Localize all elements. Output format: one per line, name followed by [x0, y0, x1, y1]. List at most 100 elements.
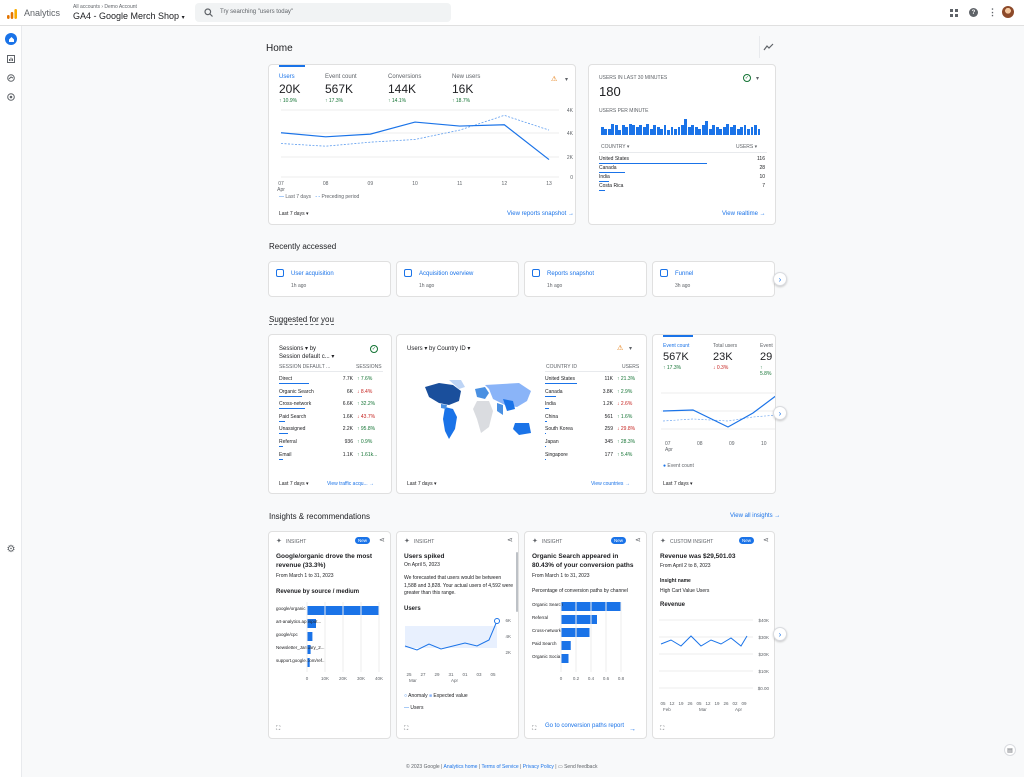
minute-bar[interactable]	[712, 125, 716, 135]
row-name[interactable]: Email	[279, 452, 292, 458]
minute-bar[interactable]	[614, 125, 618, 135]
minute-bar[interactable]	[708, 128, 712, 135]
arrow-right-icon[interactable]: →	[629, 726, 636, 733]
minute-bar[interactable]	[632, 125, 636, 135]
warning-icon[interactable]: ⚠	[551, 75, 557, 83]
view-countries-link[interactable]: View countries →	[591, 481, 630, 487]
minute-bar[interactable]	[660, 128, 663, 135]
bar[interactable]	[561, 641, 571, 650]
date-range-selector[interactable]: Last 7 days ▾	[663, 481, 692, 487]
date-range-selector[interactable]: Last 7 days ▾	[279, 481, 308, 487]
row-name[interactable]: Cross-network	[279, 401, 311, 407]
minute-bar[interactable]	[754, 125, 757, 135]
minute-bar[interactable]	[621, 125, 625, 135]
privacy-link[interactable]: Privacy Policy	[523, 764, 554, 770]
row-name[interactable]: South Korea	[545, 426, 573, 432]
minute-bar[interactable]	[601, 127, 604, 135]
minute-bar[interactable]	[667, 130, 670, 135]
view-all-insights-link[interactable]: View all insights →	[730, 513, 780, 519]
country-name[interactable]: India	[599, 174, 610, 180]
more-vert-icon[interactable]: ⋮	[988, 7, 997, 17]
minute-bar[interactable]	[684, 119, 688, 135]
row-name[interactable]: Organic Search	[279, 389, 314, 395]
chevron-right-icon[interactable]: ›	[773, 406, 787, 420]
avatar[interactable]	[1002, 6, 1014, 18]
help-icon[interactable]: ?	[969, 8, 978, 17]
minute-bar[interactable]	[677, 127, 681, 135]
date-range-selector[interactable]: Last 7 days ▾	[279, 211, 308, 217]
warning-icon[interactable]: ⚠	[617, 344, 623, 352]
minute-bar[interactable]	[726, 123, 730, 135]
share-icon[interactable]: ⋖	[379, 536, 385, 544]
minute-bar[interactable]	[642, 127, 646, 135]
analytics-logo-icon[interactable]	[6, 7, 18, 19]
metric-label[interactable]: Event count	[325, 74, 357, 80]
bar[interactable]	[307, 632, 313, 641]
bar[interactable]	[561, 615, 597, 624]
share-icon[interactable]: ⋖	[507, 536, 513, 544]
insight-card[interactable]: ✦ CUSTOM INSIGHT New ⋖ Revenue was $29,501.0…	[652, 531, 775, 739]
minute-bar[interactable]	[635, 127, 639, 135]
row-name[interactable]: Referral	[279, 439, 297, 445]
minute-bar[interactable]	[733, 125, 737, 135]
home-icon[interactable]	[5, 33, 17, 45]
chevron-down-icon[interactable]: ▾	[756, 75, 759, 82]
row-name[interactable]: India	[545, 401, 556, 407]
settings-gear-icon[interactable]: ⚙	[5, 543, 17, 555]
minute-bar[interactable]	[674, 128, 677, 135]
check-circle-icon[interactable]: ✓	[743, 74, 751, 82]
minute-bar[interactable]	[691, 125, 695, 135]
minute-bar[interactable]	[719, 128, 723, 135]
minute-bar[interactable]	[722, 127, 726, 135]
apps-grid-icon[interactable]	[950, 9, 958, 17]
minute-bar[interactable]	[750, 127, 754, 135]
metric-label[interactable]: Conversions	[388, 74, 421, 80]
check-circle-icon[interactable]: ✓	[370, 345, 378, 353]
row-name[interactable]: Unassigned	[279, 426, 305, 432]
minute-bar[interactable]	[701, 125, 705, 135]
terms-link[interactable]: Terms of Service	[481, 764, 518, 770]
app-name[interactable]: Analytics	[24, 8, 60, 18]
insights-sparkle-icon[interactable]	[763, 43, 774, 52]
minute-bar[interactable]	[618, 130, 622, 135]
minute-bar[interactable]	[687, 127, 691, 135]
send-feedback-link[interactable]: Send feedback	[564, 764, 597, 770]
country-name[interactable]: United States	[599, 156, 629, 162]
chevron-right-icon[interactable]: ›	[773, 627, 787, 641]
recent-card[interactable]: Reports snapshot 1h ago	[524, 261, 647, 297]
country-name[interactable]: Canada	[599, 165, 617, 171]
breadcrumb[interactable]: All accounts › Demo Account	[73, 4, 137, 10]
chevron-down-icon[interactable]: ▾	[629, 345, 632, 352]
row-name[interactable]: Direct	[279, 376, 292, 382]
expand-icon[interactable]: ⛶	[276, 726, 280, 733]
analytics-home-link[interactable]: Analytics home	[444, 764, 478, 770]
recent-card[interactable]: User acquisition 1h ago	[268, 261, 391, 297]
minute-bar[interactable]	[670, 127, 674, 135]
reports-icon[interactable]	[5, 53, 17, 65]
search-box[interactable]: Try searching "users today"	[195, 3, 451, 22]
row-name[interactable]: Japan	[545, 439, 559, 445]
minute-bar[interactable]	[694, 127, 698, 135]
row-name[interactable]: United States	[545, 376, 575, 382]
metric-label[interactable]: New users	[452, 74, 480, 80]
recent-card[interactable]: Acquisition overview 1h ago	[396, 261, 519, 297]
minute-bar[interactable]	[681, 125, 684, 135]
row-name[interactable]: China	[545, 414, 558, 420]
anomaly-point[interactable]	[494, 618, 500, 624]
minute-bar[interactable]	[607, 128, 611, 135]
property-selector[interactable]: GA4 - Google Merch Shop ▾	[73, 11, 185, 21]
minute-bar[interactable]	[747, 128, 750, 135]
view-reports-snapshot-link[interactable]: View reports snapshot →	[507, 211, 574, 217]
conversion-paths-link[interactable]: Go to conversion paths report	[545, 722, 625, 730]
share-icon[interactable]: ⋖	[763, 536, 769, 544]
minute-bar[interactable]	[736, 128, 740, 135]
expand-icon[interactable]: ⛶	[532, 726, 536, 733]
view-realtime-link[interactable]: View realtime →	[722, 211, 766, 217]
explore-icon[interactable]	[5, 72, 17, 84]
minute-bar[interactable]	[729, 127, 733, 135]
users-col-header[interactable]: USERS ▾	[736, 144, 757, 150]
minute-bar[interactable]	[649, 128, 653, 135]
chat-icon[interactable]: ▤	[1004, 744, 1016, 756]
insight-card[interactable]: ✦ INSIGHT New ⋖ Google/organic drove the mos…	[268, 531, 391, 739]
chevron-right-icon[interactable]: ›	[773, 272, 787, 286]
